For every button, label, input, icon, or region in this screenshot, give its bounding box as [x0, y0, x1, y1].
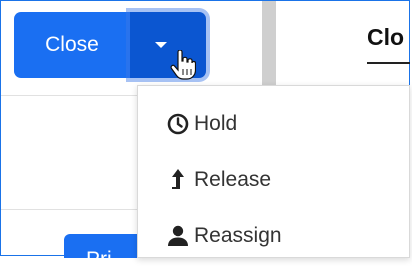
- menu-item-label: Reassign: [194, 224, 282, 247]
- close-split-button: Close: [14, 12, 206, 80]
- tab-underline: [367, 62, 410, 64]
- primary-button-label: Pri: [86, 248, 112, 271]
- divider: [1, 95, 137, 96]
- close-button[interactable]: Close: [14, 12, 130, 78]
- divider: [1, 209, 137, 210]
- panel-separator: [262, 1, 276, 94]
- menu-item-release[interactable]: Release: [166, 168, 271, 192]
- menu-item-label: Release: [194, 168, 272, 191]
- chevron-down-icon: [155, 42, 167, 48]
- hand-cursor-icon: [170, 50, 196, 80]
- tab-close[interactable]: Clo: [367, 24, 404, 51]
- user-icon: [166, 224, 190, 248]
- clock-icon: [166, 112, 190, 136]
- menu-item-hold[interactable]: Hold: [166, 112, 237, 136]
- dropdown-toggle-button[interactable]: [130, 12, 206, 80]
- menu-item-label: Hold: [194, 112, 238, 135]
- arrow-up-icon: [166, 168, 190, 192]
- close-button-label: Close: [45, 33, 99, 56]
- menu-item-reassign[interactable]: Reassign: [166, 224, 282, 248]
- dropdown-menu: Hold Release Reassign: [137, 85, 410, 258]
